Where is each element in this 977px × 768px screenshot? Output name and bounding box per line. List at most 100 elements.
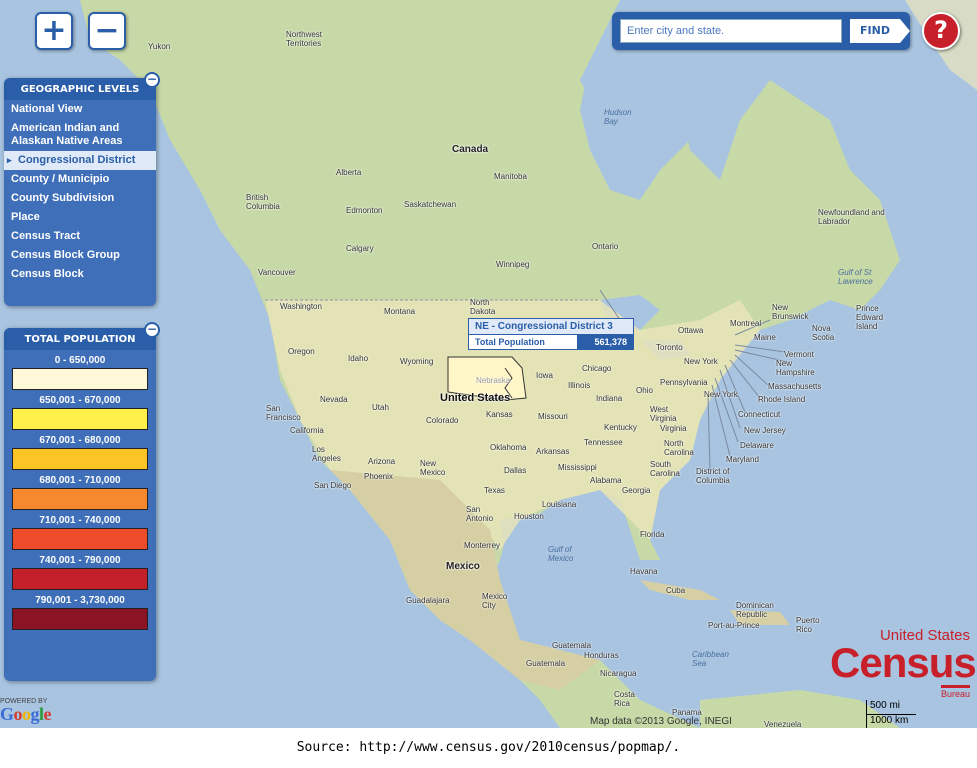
search-input[interactable] bbox=[620, 19, 842, 43]
tooltip-value: 561,378 bbox=[577, 335, 633, 349]
legend-color-swatch bbox=[12, 568, 148, 590]
map-label-south-carolina: South Carolina bbox=[650, 460, 680, 478]
map-label-new-jersey: New Jersey bbox=[744, 426, 786, 435]
map-label-mexico-city: Mexico City bbox=[482, 592, 508, 610]
map-label-california: California bbox=[290, 426, 324, 435]
map-label-vermont: Vermont bbox=[784, 350, 814, 359]
map-label-guadalajara: Guadalajara bbox=[406, 596, 450, 605]
map-label-yukon: Yukon bbox=[148, 42, 171, 51]
geo-level-item[interactable]: American Indian and Alaskan Native Areas bbox=[4, 119, 156, 151]
map-label-virginia: Virginia bbox=[660, 424, 687, 433]
map-label-nwt: Northwest Territories bbox=[286, 30, 323, 48]
map-label-north-carolina: North Carolina bbox=[664, 439, 694, 457]
geo-level-item[interactable]: County / Municipio bbox=[4, 170, 156, 189]
map-label-united-states: United States bbox=[440, 392, 511, 404]
map-label-san-antonio: San Antonio bbox=[466, 505, 494, 523]
district-tooltip: NE - Congressional District 3 Total Popu… bbox=[468, 318, 634, 350]
map-label-venezuela: Venezuela bbox=[764, 720, 802, 728]
map-label-dominican-republic: Dominican Republic bbox=[736, 601, 774, 619]
map-canvas[interactable]: Yukon Northwest Territories Hudson Bay C… bbox=[0, 0, 977, 728]
map-label-colorado: Colorado bbox=[426, 416, 459, 425]
geographic-levels-panel: GEOGRAPHIC LEVELS − National View America… bbox=[4, 72, 160, 306]
map-label-guatemala-1: Guatemala bbox=[552, 641, 592, 650]
map-label-honduras: Honduras bbox=[584, 651, 619, 660]
map-label-cuba: Cuba bbox=[666, 586, 686, 595]
map-label-ontario: Ontario bbox=[592, 242, 619, 251]
map-label-new-mexico: New Mexico bbox=[420, 459, 446, 477]
help-button[interactable]: ? bbox=[922, 12, 960, 50]
map-label-kentucky: Kentucky bbox=[604, 423, 637, 432]
map-label-guatemala-2: Guatemala bbox=[526, 659, 566, 668]
map-label-toronto: Toronto bbox=[656, 343, 683, 352]
source-caption: Source: http://www.census.gov/2010census… bbox=[296, 740, 681, 755]
map-label-ohio: Ohio bbox=[636, 386, 653, 395]
map-label-british-columbia: British Columbia bbox=[246, 193, 280, 211]
scale-km: 1000 km bbox=[866, 715, 972, 728]
legend-item: 710,001 - 740,000 bbox=[4, 515, 156, 550]
map-label-hudson-bay: Hudson Bay bbox=[604, 108, 632, 126]
total-population-collapse-button[interactable]: − bbox=[144, 322, 160, 338]
map-label-new-brunswick: New Brunswick bbox=[772, 303, 809, 321]
tooltip-title: NE - Congressional District 3 bbox=[475, 321, 613, 332]
map-label-san-francisco: San Francisco bbox=[266, 404, 301, 422]
map-label-vancouver: Vancouver bbox=[258, 268, 296, 277]
geographic-levels-collapse-button[interactable]: − bbox=[144, 72, 160, 88]
map-label-mississippi: Mississippi bbox=[558, 463, 597, 472]
map-label-winnipeg: Winnipeg bbox=[496, 260, 530, 269]
legend-range-label: 0 - 650,000 bbox=[54, 355, 106, 366]
map-label-utah: Utah bbox=[372, 403, 389, 412]
zoom-in-button[interactable]: + bbox=[35, 12, 73, 50]
map-label-port-au-prince: Port-au-Prince bbox=[708, 621, 760, 630]
search-bar: FIND bbox=[612, 12, 910, 50]
map-label-texas: Texas bbox=[484, 486, 505, 495]
legend-color-swatch bbox=[12, 368, 148, 390]
legend-color-swatch bbox=[12, 528, 148, 550]
tooltip-row: Total Population 561,378 bbox=[469, 334, 633, 349]
map-label-newfoundland: Newfoundland and Labrador bbox=[818, 208, 885, 226]
find-button[interactable]: FIND bbox=[850, 19, 910, 43]
legend-range-label: 650,001 - 670,000 bbox=[39, 395, 121, 406]
map-label-pennsylvania: Pennsylvania bbox=[660, 378, 708, 387]
zoom-out-button[interactable]: − bbox=[88, 12, 126, 50]
map-label-canada: Canada bbox=[452, 144, 489, 155]
map-label-los-angeles: Los Angeles bbox=[312, 445, 341, 463]
map-label-pei: Prince Edward Island bbox=[856, 304, 884, 331]
legend-range-label: 680,001 - 710,000 bbox=[39, 475, 121, 486]
map-label-west-virginia: West Virginia bbox=[650, 405, 677, 423]
map-label-dc: District of Columbia bbox=[696, 467, 730, 485]
map-label-alberta: Alberta bbox=[336, 168, 362, 177]
legend-item: 650,001 - 670,000 bbox=[4, 395, 156, 430]
map-label-havana: Havana bbox=[630, 567, 658, 576]
geo-level-item[interactable]: Census Tract bbox=[4, 227, 156, 246]
geo-level-item[interactable]: Place bbox=[4, 208, 156, 227]
map-label-montreal: Montreal bbox=[730, 319, 762, 328]
map-label-nicaragua: Nicaragua bbox=[600, 669, 637, 678]
population-legend: 0 - 650,000 650,001 - 670,000 670,001 - 68… bbox=[4, 355, 156, 630]
map-label-houston: Houston bbox=[514, 512, 544, 521]
legend-range-label: 790,001 - 3,730,000 bbox=[35, 595, 125, 606]
map-label-louisiana: Louisiana bbox=[542, 500, 577, 509]
geo-level-item[interactable]: County Subdivision bbox=[4, 189, 156, 208]
map-label-oklahoma: Oklahoma bbox=[490, 443, 527, 452]
map-label-nevada: Nevada bbox=[320, 395, 348, 404]
census-bureau-logo: United States Census Bureau bbox=[830, 628, 977, 701]
geographic-levels-list: National View American Indian and Alaskan… bbox=[4, 100, 156, 284]
map-attribution: Map data ©2013 Google, INEGI bbox=[590, 716, 732, 727]
map-label-tennessee: Tennessee bbox=[584, 438, 623, 447]
map-label-maine: Maine bbox=[754, 333, 776, 342]
map-label-costa-rica: Costa Rica bbox=[614, 690, 635, 708]
geo-level-item[interactable]: Congressional District bbox=[4, 151, 156, 170]
map-label-manitoba: Manitoba bbox=[494, 172, 527, 181]
map-label-massachusetts: Massachusetts bbox=[768, 382, 822, 391]
legend-item: 790,001 - 3,730,000 bbox=[4, 595, 156, 630]
map-label-missouri: Missouri bbox=[538, 412, 568, 421]
map-scale: 500 mi 1000 km bbox=[866, 700, 972, 728]
geo-level-item[interactable]: Census Block Group bbox=[4, 246, 156, 265]
map-label-saskatchewan: Saskatchewan bbox=[404, 200, 457, 209]
geo-level-item[interactable]: National View bbox=[4, 100, 156, 119]
map-label-washington: Washington bbox=[280, 302, 322, 311]
geo-level-item[interactable]: Census Block bbox=[4, 265, 156, 284]
legend-item: 670,001 - 680,000 bbox=[4, 435, 156, 470]
legend-color-swatch bbox=[12, 448, 148, 470]
map-label-montana: Montana bbox=[384, 307, 416, 316]
